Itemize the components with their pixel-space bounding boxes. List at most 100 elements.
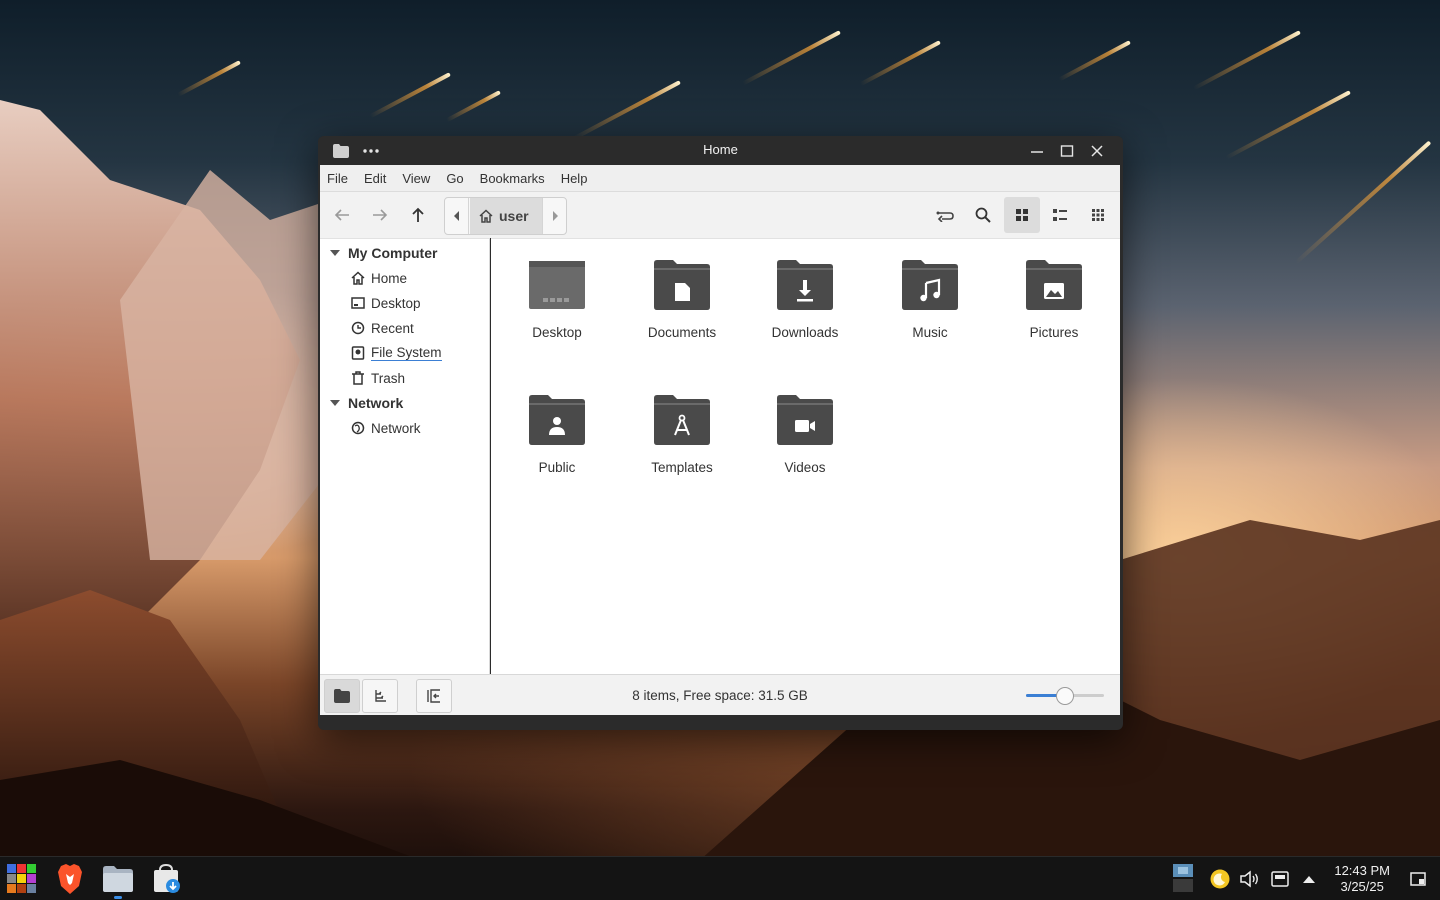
zoom-slider-knob[interactable] xyxy=(1056,687,1074,705)
file-name: Templates xyxy=(651,460,713,475)
file-item-templates[interactable]: Templates xyxy=(627,394,737,475)
night-light-button[interactable] xyxy=(1209,868,1231,890)
icon-view-button[interactable] xyxy=(1004,197,1040,233)
file-name: Music xyxy=(912,325,948,340)
desktop-folder-icon xyxy=(528,259,586,311)
sidebar-item-trash[interactable]: Trash xyxy=(350,367,405,389)
menu-bar: File Edit View Go Bookmarks Help xyxy=(320,165,1120,192)
menu-edit[interactable]: Edit xyxy=(364,171,394,186)
tray-expand-icon xyxy=(1303,876,1315,883)
minimize-icon[interactable] xyxy=(1028,142,1046,160)
sidebar: My Computer Home Desktop Recent File Sys… xyxy=(320,238,490,674)
breadcrumb-left-button[interactable] xyxy=(445,198,469,234)
breadcrumb-user[interactable]: user xyxy=(470,198,542,234)
file-name: Public xyxy=(538,460,576,475)
forward-icon xyxy=(373,209,388,221)
search-button[interactable] xyxy=(968,201,998,229)
volume-icon xyxy=(1240,870,1258,888)
file-manager-window: Home File Edit View Go Bookmarks Help us… xyxy=(318,136,1123,730)
icon-view-icon xyxy=(1016,209,1028,221)
maximize-icon[interactable] xyxy=(1058,142,1076,160)
night-light-icon xyxy=(1210,869,1230,889)
file-item-desktop[interactable]: Desktop xyxy=(502,259,612,340)
breadcrumb-right-button[interactable] xyxy=(542,198,566,234)
toggle-location-icon xyxy=(936,211,954,222)
file-name: Documents xyxy=(647,325,717,340)
file-view: Desktop Documents Downloads Music Pictur… xyxy=(491,238,1120,674)
sidebar-item-file-system[interactable]: File System xyxy=(350,342,442,364)
file-name: Videos xyxy=(784,460,826,475)
sidebar-section-my-computer[interactable]: My Computer xyxy=(330,242,437,264)
trash-icon xyxy=(350,370,366,386)
network-status-button[interactable] xyxy=(1269,868,1291,890)
forward-button[interactable] xyxy=(365,201,395,229)
file-name: Pictures xyxy=(1029,325,1079,340)
list-view-icon xyxy=(1053,209,1067,221)
up-button[interactable] xyxy=(403,201,433,229)
brave-browser-icon xyxy=(58,864,82,894)
file-item-downloads[interactable]: Downloads xyxy=(750,259,860,340)
drive-icon xyxy=(350,345,366,361)
show-desktop-icon xyxy=(1410,872,1426,886)
file-item-public[interactable]: Public xyxy=(502,394,612,475)
breadcrumb-label: user xyxy=(499,208,529,224)
toolbar: user xyxy=(320,192,1120,238)
software-store-button[interactable] xyxy=(149,862,183,896)
home-icon xyxy=(350,270,366,286)
menu-file[interactable]: File xyxy=(327,171,356,186)
list-view-button[interactable] xyxy=(1042,197,1078,233)
brave-browser-button[interactable] xyxy=(53,862,87,896)
tray-expand-button[interactable] xyxy=(1298,868,1320,890)
clock-date: 3/25/25 xyxy=(1340,879,1384,894)
file-manager-button[interactable] xyxy=(101,862,135,896)
back-button[interactable] xyxy=(327,201,357,229)
search-icon xyxy=(975,207,991,223)
sidebar-item-desktop[interactable]: Desktop xyxy=(350,292,421,314)
workspace-switcher[interactable] xyxy=(1172,863,1194,893)
up-icon xyxy=(412,207,424,222)
toggle-location-button[interactable] xyxy=(930,201,960,229)
compact-view-button[interactable] xyxy=(1080,197,1116,233)
clock[interactable]: 12:43 PM 3/25/25 xyxy=(1334,863,1390,895)
documents-folder-icon xyxy=(653,259,711,311)
file-item-pictures[interactable]: Pictures xyxy=(999,259,1109,340)
file-item-music[interactable]: Music xyxy=(875,259,985,340)
file-name: Downloads xyxy=(771,325,839,340)
network-status-icon xyxy=(1271,871,1289,887)
app-menu-button[interactable] xyxy=(5,862,39,896)
music-folder-icon xyxy=(901,259,959,311)
software-store-icon xyxy=(154,864,180,893)
sidebar-item-label: Home xyxy=(371,270,408,286)
back-icon xyxy=(334,209,349,221)
status-bar: 8 items, Free space: 31.5 GB xyxy=(320,674,1120,715)
sidebar-item-recent[interactable]: Recent xyxy=(350,317,414,339)
app-menu-icon xyxy=(7,864,36,893)
sidebar-item-label: Recent xyxy=(371,320,414,336)
breadcrumb: user xyxy=(444,197,567,235)
show-desktop-button[interactable] xyxy=(1407,868,1429,890)
recent-icon xyxy=(350,320,366,336)
sidebar-item-label: Network xyxy=(371,420,421,436)
sidebar-section-title: My Computer xyxy=(348,245,438,261)
title-bar[interactable]: Home xyxy=(318,136,1123,165)
file-item-videos[interactable]: Videos xyxy=(750,394,860,475)
menu-bookmarks[interactable]: Bookmarks xyxy=(480,171,553,186)
sidebar-item-label: Desktop xyxy=(371,295,421,311)
menu-help[interactable]: Help xyxy=(561,171,596,186)
pictures-folder-icon xyxy=(1025,259,1083,311)
menu-view[interactable]: View xyxy=(402,171,438,186)
clock-time: 12:43 PM xyxy=(1334,863,1390,878)
menu-go[interactable]: Go xyxy=(446,171,471,186)
sidebar-item-network[interactable]: Network xyxy=(350,417,421,439)
sidebar-item-home[interactable]: Home xyxy=(350,267,407,289)
sidebar-item-label: File System xyxy=(371,345,442,361)
taskbar: 12:43 PM 3/25/25 xyxy=(0,856,1440,900)
file-item-documents[interactable]: Documents xyxy=(627,259,737,340)
expand-triangle-icon xyxy=(330,400,340,406)
volume-button[interactable] xyxy=(1239,868,1261,890)
videos-folder-icon xyxy=(776,394,834,446)
zoom-slider[interactable] xyxy=(1026,687,1104,705)
close-icon[interactable] xyxy=(1088,142,1106,160)
status-text: 8 items, Free space: 31.5 GB xyxy=(632,688,808,703)
sidebar-section-network[interactable]: Network xyxy=(330,392,403,414)
